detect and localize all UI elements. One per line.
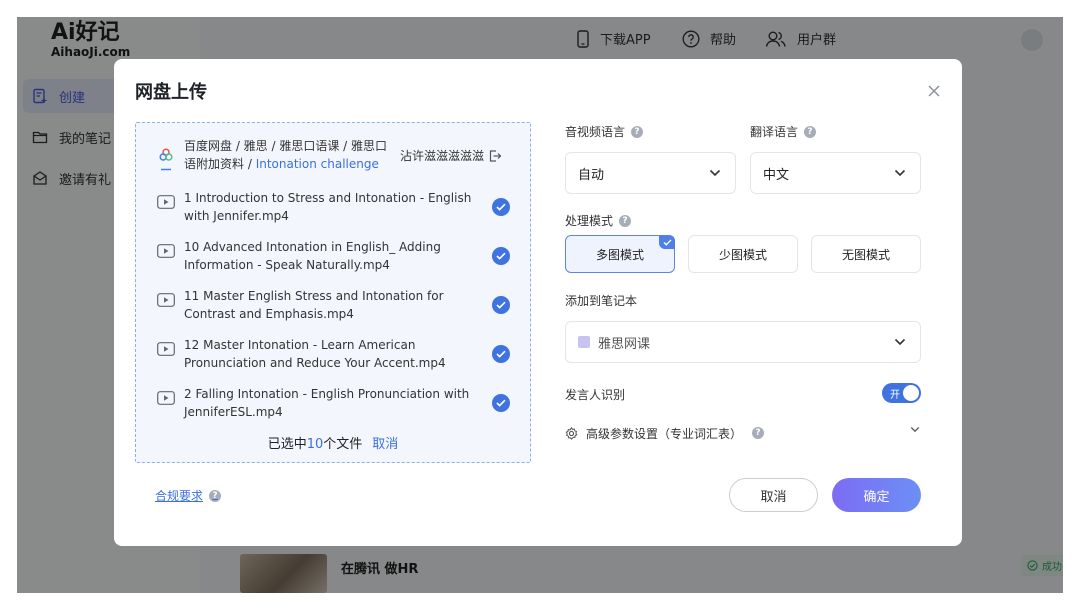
check-icon	[496, 252, 506, 260]
logout-icon[interactable]	[488, 149, 502, 163]
selected-prefix: 已选中	[267, 437, 307, 452]
breadcrumb: 百度网盘 / 雅思 / 雅思口语课 / 雅思口语附加资料 / Intonatio…	[136, 133, 530, 177]
help-icon[interactable]: ?	[631, 125, 644, 138]
baidu-netdisk-icon	[159, 147, 173, 171]
check-icon	[496, 203, 506, 211]
file-checkbox[interactable]	[492, 345, 510, 363]
account-name: 沾许滋滋滋滋滋	[400, 149, 485, 163]
file-item[interactable]: 10 Advanced Intonation in English_ Addin…	[136, 238, 530, 278]
audio-language-value: 自动	[578, 167, 605, 183]
video-file-icon	[157, 243, 175, 262]
close-button[interactable]	[926, 83, 942, 99]
video-file-icon	[157, 292, 175, 311]
netdisk-account: 沾许滋滋滋滋滋	[400, 147, 502, 164]
mode-few-image-button[interactable]: 少图模式	[688, 235, 798, 273]
audio-language-label: 音视频语言 ?	[565, 123, 644, 140]
mode-label: 无图模式	[841, 247, 890, 262]
file-checkbox[interactable]	[492, 394, 510, 412]
processing-mode-label: 处理模式 ?	[565, 212, 632, 229]
help-icon[interactable]: ?	[752, 427, 765, 439]
video-file-icon	[157, 194, 175, 213]
cancel-selection-link[interactable]: 取消	[372, 437, 398, 452]
check-icon	[496, 301, 506, 309]
notebook-select[interactable]: 雅思网课	[565, 321, 921, 363]
mode-multi-image-button[interactable]: 多图模式	[565, 235, 675, 273]
toggle-label: 开	[890, 390, 900, 401]
mode-no-image-button[interactable]: 无图模式	[811, 235, 921, 273]
selected-count: 10	[306, 437, 324, 452]
file-item[interactable]: 2 Falling Intonation - English Pronuncia…	[136, 385, 530, 425]
close-icon	[928, 85, 940, 97]
file-checkbox[interactable]	[492, 247, 510, 265]
speaker-recognition-label: 发言人识别	[565, 386, 625, 403]
file-name: 10 Advanced Intonation in English_ Addin…	[184, 240, 441, 272]
file-item[interactable]: 11 Master English Stress and Intonation …	[136, 287, 530, 327]
file-name: 2 Falling Intonation - English Pronuncia…	[184, 387, 470, 419]
notebook-value: 雅思网课	[598, 336, 651, 352]
translate-language-label-text: 翻译语言	[750, 125, 799, 139]
confirm-button[interactable]: 确定	[832, 478, 921, 512]
speaker-recognition-toggle[interactable]: 开	[882, 383, 921, 403]
video-file-icon	[157, 390, 175, 409]
help-icon[interactable]: ?	[209, 489, 222, 502]
file-name: 1 Introduction to Stress and Intonation …	[184, 191, 472, 223]
translate-language-label: 翻译语言 ?	[750, 123, 817, 140]
breadcrumb-path: 百度网盘 / 雅思 / 雅思口语课 / 雅思口语附加资料 / Intonatio…	[184, 137, 398, 173]
mode-label: 少图模式	[718, 247, 767, 262]
speaker-recognition-label-text: 发言人识别	[565, 388, 626, 402]
help-icon[interactable]: ?	[619, 214, 632, 227]
selection-summary: 已选中10个文件 取消	[136, 433, 530, 452]
toggle-knob	[903, 385, 919, 401]
advanced-settings-label: 高级参数设置（专业词汇表）	[586, 426, 743, 441]
chevron-down-icon	[910, 426, 920, 433]
audio-language-label-text: 音视频语言	[565, 125, 626, 139]
advanced-settings-expander[interactable]: 高级参数设置（专业词汇表） ?	[565, 423, 920, 443]
selected-check-icon	[659, 235, 675, 249]
cloud-upload-dialog: 网盘上传 百度网盘 / 雅思 / 雅思口语课 / 雅思口语附加资料 / Into…	[114, 59, 962, 546]
translate-language-select[interactable]: 中文	[750, 152, 921, 194]
video-file-icon	[157, 341, 175, 360]
check-icon	[496, 350, 506, 358]
compliance-label: 合规要求	[155, 489, 204, 503]
mode-label: 多图模式	[595, 247, 644, 262]
chevron-down-icon	[894, 338, 906, 346]
gear-icon	[565, 426, 578, 440]
selected-suffix: 个文件	[323, 437, 363, 452]
dialog-title: 网盘上传	[135, 82, 207, 103]
file-item[interactable]: 1 Introduction to Stress and Intonation …	[136, 189, 530, 229]
help-icon[interactable]: ?	[804, 125, 817, 138]
check-icon	[496, 399, 506, 407]
compliance-link[interactable]: 合规要求 ?	[155, 487, 222, 504]
notebook-icon	[578, 336, 590, 348]
processing-mode-label-text: 处理模式	[565, 214, 614, 228]
file-checkbox[interactable]	[492, 198, 510, 216]
notebook-label-text: 添加到笔记本	[565, 294, 638, 308]
cancel-button[interactable]: 取消	[729, 478, 818, 512]
chevron-down-icon	[894, 169, 906, 177]
notebook-label: 添加到笔记本	[565, 292, 637, 309]
chevron-down-icon	[709, 169, 721, 177]
file-name: 12 Master Intonation - Learn American Pr…	[184, 338, 446, 370]
breadcrumb-current[interactable]: Intonation challenge	[256, 157, 379, 171]
file-selection-box: 百度网盘 / 雅思 / 雅思口语课 / 雅思口语附加资料 / Intonatio…	[135, 122, 531, 463]
file-item[interactable]: 12 Master Intonation - Learn American Pr…	[136, 336, 530, 376]
translate-language-value: 中文	[763, 167, 790, 183]
file-checkbox[interactable]	[492, 296, 510, 314]
audio-language-select[interactable]: 自动	[565, 152, 736, 194]
file-name: 11 Master English Stress and Intonation …	[184, 289, 444, 321]
